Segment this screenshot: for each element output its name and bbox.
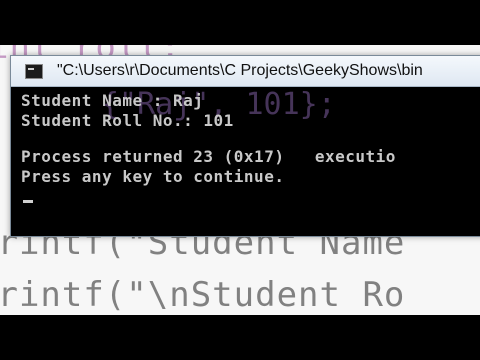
code-line-printf-roll: printf("\nStudent Ro bbox=[0, 275, 406, 315]
console-output-area[interactable]: {"Raj", 101}; Student Name : Raj Student… bbox=[11, 87, 480, 236]
video-letterbox-bottom bbox=[0, 315, 480, 360]
output-line-process-returned: Process returned 23 (0x17) executio bbox=[21, 147, 396, 166]
output-line-press-any-key: Press any key to continue. bbox=[21, 167, 285, 186]
output-line-name: Student Name : Raj bbox=[21, 91, 204, 110]
console-app-icon bbox=[25, 64, 43, 79]
console-window[interactable]: "C:\Users\r\Documents\C Projects\GeekySh… bbox=[10, 55, 480, 237]
video-letterbox-top bbox=[0, 0, 480, 45]
console-title: "C:\Users\r\Documents\C Projects\GeekySh… bbox=[57, 62, 423, 79]
text-cursor bbox=[23, 200, 33, 203]
video-frame: int roll; printf("Student Name printf("\… bbox=[0, 45, 480, 315]
console-titlebar[interactable]: "C:\Users\r\Documents\C Projects\GeekySh… bbox=[11, 56, 480, 87]
output-line-roll: Student Roll No.: 101 bbox=[21, 111, 234, 130]
